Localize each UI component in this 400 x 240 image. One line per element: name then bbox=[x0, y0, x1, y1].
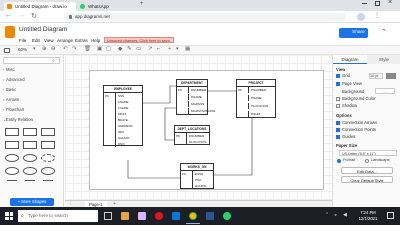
portrait-radio[interactable] bbox=[337, 159, 341, 163]
options-heading: Options bbox=[336, 113, 352, 118]
field-label: DNUM bbox=[248, 111, 260, 117]
tray-chevron-icon[interactable]: ⌃ bbox=[325, 212, 329, 218]
taskbar-date[interactable]: 12/1/2021 bbox=[354, 216, 382, 221]
entity-dept-locations[interactable]: DEPT_LOCATIONS PK DNUMBER DLOCATION bbox=[174, 125, 210, 145]
background-label: Background bbox=[342, 89, 365, 94]
connection-arrows-checkbox[interactable] bbox=[336, 121, 340, 125]
file-explorer-icon[interactable] bbox=[121, 212, 129, 220]
edit-data-button[interactable]: Edit Data... bbox=[341, 167, 393, 174]
key-label: PK bbox=[238, 88, 243, 92]
entity-title: DEPT_LOCATIONS bbox=[175, 126, 209, 133]
field-label: HOURS bbox=[192, 183, 206, 189]
connector-project-works-on bbox=[214, 118, 253, 176]
entity-row: PNAME bbox=[237, 95, 275, 101]
app-icon-blue[interactable] bbox=[172, 212, 180, 220]
field-label: PNAME bbox=[248, 95, 262, 101]
entity-employee[interactable]: EMPLOYEE PK SSN FNAME LNAME MINIT BDATE A… bbox=[103, 85, 143, 147]
field-label: DNUMBER bbox=[188, 87, 206, 93]
volume-icon[interactable]: ◀ bbox=[343, 212, 347, 218]
field-label: DLOCATION bbox=[186, 139, 206, 145]
landscape-label: Landscape bbox=[371, 158, 390, 162]
entity-row: MGRSSN bbox=[177, 101, 207, 107]
portrait-label: Portrait bbox=[343, 158, 356, 162]
connection-arrows-label: Connection Arrows bbox=[342, 120, 378, 125]
notification-icon[interactable] bbox=[387, 212, 394, 219]
field-label: PNUMBER bbox=[248, 87, 266, 93]
clear-default-style-button[interactable]: Clear Default Style bbox=[341, 176, 393, 183]
connection-points-checkbox[interactable] bbox=[336, 128, 340, 132]
view-heading: View bbox=[336, 67, 346, 72]
entity-department[interactable]: DEPARTMENT PK DNUMBER DNAME MGRSSN MGRSTA… bbox=[176, 79, 215, 115]
entity-row: PK PNUMBER bbox=[237, 87, 275, 93]
key-label: PK bbox=[178, 88, 183, 92]
active-app-indicator bbox=[186, 223, 200, 224]
connection-points-label: Connection Points bbox=[342, 127, 376, 132]
whatsapp-icon[interactable] bbox=[223, 212, 231, 220]
paper-size-select[interactable]: US-Letter (8.5" x 11") bbox=[339, 150, 397, 156]
background-color-checkbox[interactable] bbox=[336, 97, 340, 101]
background-change-button[interactable]: … bbox=[375, 88, 395, 94]
paper-size-heading: Paper Size bbox=[336, 143, 358, 148]
shadow-label: Shadow bbox=[342, 103, 358, 108]
format-panel: Diagram Style View Grid 10 pt Page View … bbox=[332, 55, 400, 207]
connector-employee-department bbox=[142, 85, 176, 104]
chrome-icon[interactable] bbox=[189, 212, 197, 220]
tab-diagram[interactable]: Diagram bbox=[333, 55, 367, 64]
grid-color-swatch[interactable] bbox=[386, 73, 396, 79]
entity-project[interactable]: PROJECT PK PNUMBER PNAME PLOCATION DNUM bbox=[236, 79, 276, 118]
windows-start-icon[interactable] bbox=[5, 212, 13, 220]
guides-checkbox[interactable] bbox=[336, 135, 340, 139]
entity-row: HOURS bbox=[181, 183, 213, 189]
entity-row: PK DNUMBER bbox=[177, 87, 207, 93]
entity-row: DNUM bbox=[237, 111, 275, 117]
entity-row: PLOCATION bbox=[237, 103, 275, 109]
entity-row: DNAME bbox=[177, 94, 207, 100]
entity-title: PROJECT bbox=[237, 80, 275, 87]
entity-row: DLOCATION bbox=[175, 139, 209, 145]
network-icon[interactable]: ◒ bbox=[334, 212, 337, 218]
entity-row: MGRSTARTDATE bbox=[177, 108, 215, 114]
field-label: MGRSSN bbox=[188, 101, 204, 107]
grid-checkbox[interactable] bbox=[336, 74, 340, 78]
field-label: MGRSTARTDATE bbox=[188, 108, 215, 114]
entity-title: DEPARTMENT bbox=[177, 80, 207, 87]
entity-title: WORKS_ON bbox=[181, 164, 213, 171]
page-view-checkbox[interactable] bbox=[336, 82, 340, 86]
field-label: DNAME bbox=[188, 94, 202, 100]
background-color-label: Background Color bbox=[342, 96, 376, 101]
task-view-icon[interactable] bbox=[104, 212, 112, 220]
field-label: PLOCATION bbox=[248, 103, 268, 109]
page-view-label: Page View bbox=[342, 81, 362, 86]
guides-label: Guides bbox=[342, 134, 356, 139]
windows-taskbar: ⌕ Type here to search ⌃ ◒ ◀ 7:24 PM 12/1… bbox=[0, 207, 400, 225]
grid-label: Grid bbox=[342, 73, 350, 78]
entity-works-on[interactable]: WORKS_ON PK ESSN PNO HOURS bbox=[180, 163, 214, 189]
search-placeholder: Type here to search bbox=[28, 213, 68, 218]
taskbar-search-box[interactable]: ⌕ Type here to search bbox=[18, 210, 98, 222]
page-tab-strip: ⋮ Page-1 + bbox=[65, 200, 332, 208]
tab-style[interactable]: Style bbox=[367, 55, 400, 64]
field-label: DNO bbox=[115, 141, 125, 147]
word-icon[interactable] bbox=[206, 212, 214, 220]
entity-title: EMPLOYEE bbox=[104, 86, 142, 93]
taskbar-time[interactable]: 7:24 PM bbox=[354, 210, 382, 215]
search-icon: ⌕ bbox=[21, 213, 24, 219]
shadow-checkbox[interactable] bbox=[336, 104, 340, 108]
app-icon-red[interactable] bbox=[155, 212, 163, 220]
entity-row: DNO bbox=[104, 141, 142, 147]
store-icon[interactable] bbox=[138, 212, 146, 220]
landscape-radio[interactable] bbox=[365, 159, 369, 163]
connector-employee-works-on bbox=[127, 160, 180, 179]
grid-size-input[interactable]: 10 pt bbox=[369, 73, 383, 79]
